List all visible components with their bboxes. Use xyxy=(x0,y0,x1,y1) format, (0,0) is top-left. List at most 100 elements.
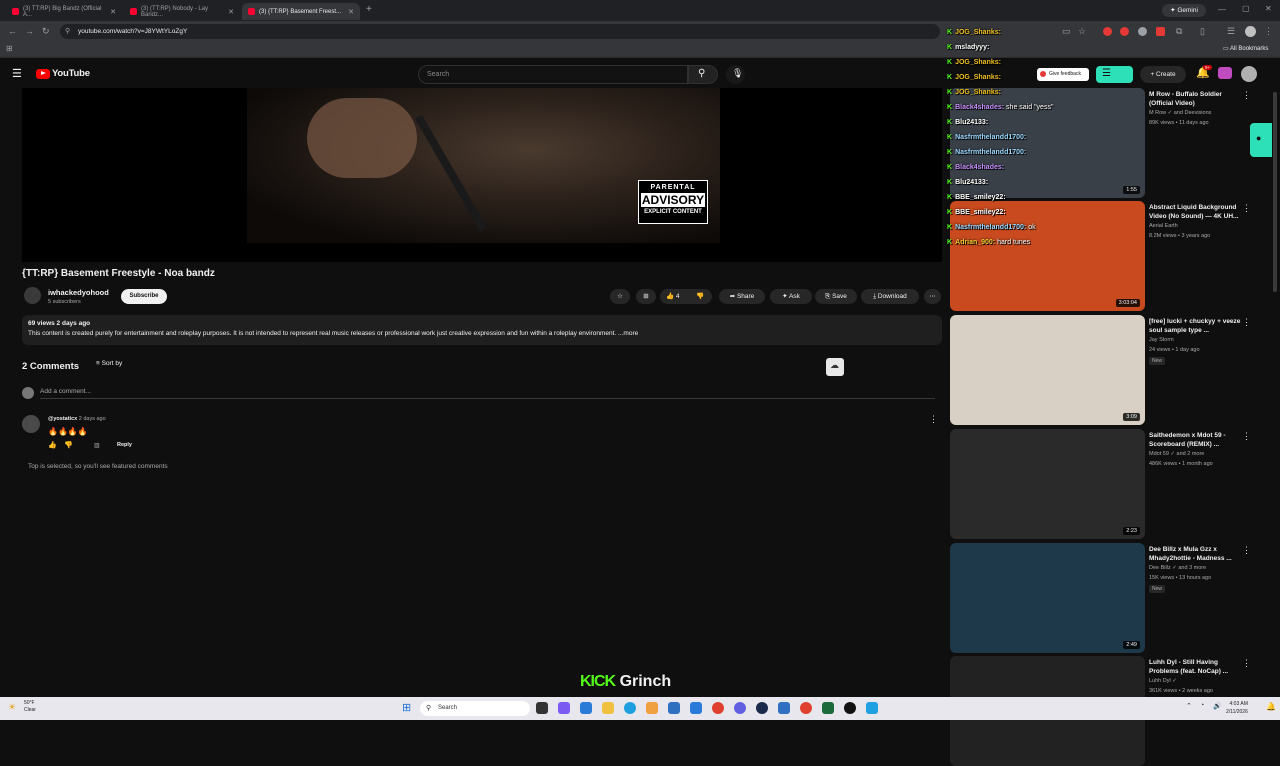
browser-tab-active[interactable]: (3) {TT:RP} Basement Freest... ✕ xyxy=(242,3,360,20)
chat-username[interactable]: BBE_smiley22: xyxy=(955,209,1006,216)
subscribe-button[interactable]: Subscribe xyxy=(121,289,167,304)
recommendation-channel[interactable]: Dee Billz ✓ and 3 more xyxy=(1149,565,1206,571)
app-icon[interactable] xyxy=(822,702,834,714)
recommendation-item[interactable]: 3:09 [free] lucki + chuckyy + veeze soul … xyxy=(950,315,1280,425)
app-icon[interactable] xyxy=(866,702,878,714)
back-icon[interactable]: ← xyxy=(8,26,17,36)
video-thumbnail[interactable] xyxy=(950,429,1145,539)
thumbs-up-icon[interactable]: 👍 xyxy=(48,441,57,449)
windows-start-icon[interactable]: ⊞ xyxy=(402,701,411,714)
recommendation-channel[interactable]: Aerial Earth xyxy=(1149,223,1178,229)
extension-icon[interactable] xyxy=(1156,27,1165,36)
edge-icon[interactable] xyxy=(624,702,636,714)
comment-more-icon[interactable]: ⋮ xyxy=(929,414,938,425)
sort-by-button[interactable]: ≡ Sort by xyxy=(96,360,122,367)
new-tab-button[interactable]: + xyxy=(366,4,372,15)
close-icon[interactable]: ✕ xyxy=(110,8,116,16)
extension-panel-button[interactable]: ☰ xyxy=(1096,66,1133,83)
extension-icon[interactable] xyxy=(1103,27,1112,36)
comment-author[interactable]: @yostaticx xyxy=(48,416,77,422)
chrome-icon[interactable] xyxy=(712,702,724,714)
youtube-logo[interactable]: YouTube xyxy=(36,68,90,79)
create-button[interactable]: + Create xyxy=(1140,66,1186,83)
menu-icon[interactable]: ☰ xyxy=(1227,26,1235,37)
app-icon[interactable] xyxy=(844,702,856,714)
chat-username[interactable]: Nasfrmthelandd1700: xyxy=(955,224,1026,231)
recommendation-title[interactable]: M Row - Buffalo Soldier (Official Video) xyxy=(1149,90,1241,108)
chat-username[interactable]: JOG_Shanks: xyxy=(955,74,1001,81)
recommendation-title[interactable]: Dee Billz x Mula Gzz x Mhady2hottie - Ma… xyxy=(1149,545,1241,563)
url-input[interactable]: ⚲ youtube.com/watch?v=J8YWtYLoZgY xyxy=(60,24,940,39)
add-comment-input[interactable]: Add a comment... xyxy=(40,388,91,395)
recommendation-channel[interactable]: M Row ✓ and Deevisions xyxy=(1149,110,1211,116)
app-icon[interactable] xyxy=(646,702,658,714)
app-icon[interactable] xyxy=(558,702,570,714)
reply-button[interactable]: Reply xyxy=(117,442,132,448)
more-vert-icon[interactable]: ⋮ xyxy=(1242,90,1251,101)
app-icon[interactable] xyxy=(778,702,790,714)
volume-icon[interactable]: 🔊 xyxy=(1213,702,1222,710)
search-button[interactable]: ⚲ xyxy=(688,65,718,84)
forward-icon[interactable]: → xyxy=(25,26,34,36)
extension-icon[interactable] xyxy=(1138,27,1147,36)
save-button[interactable]: ⎘ Save xyxy=(815,289,857,304)
discord-icon[interactable] xyxy=(734,702,746,714)
video-thumbnail[interactable] xyxy=(950,543,1145,653)
sidebar-icon[interactable]: ▯ xyxy=(1200,26,1205,37)
app-icon[interactable] xyxy=(668,702,680,714)
recommendation-title[interactable]: Saithedemon x Mdot 59 - Scoreboard (REMI… xyxy=(1149,431,1241,449)
chat-username[interactable]: JOG_Shanks: xyxy=(955,89,1001,96)
extension-icon[interactable] xyxy=(1218,67,1232,79)
gemini-button[interactable]: ✦ Gemini xyxy=(1162,4,1206,17)
more-vert-icon[interactable]: ⋮ xyxy=(1264,26,1273,37)
chat-username[interactable]: Nasfrmthelandd1700: xyxy=(955,149,1026,156)
comment-time[interactable]: 2 days ago xyxy=(79,416,106,422)
more-vert-icon[interactable]: ⋮ xyxy=(1242,317,1251,328)
channel-avatar[interactable] xyxy=(24,287,41,304)
video-thumbnail[interactable] xyxy=(950,201,1145,311)
more-vert-icon[interactable]: ⋮ xyxy=(1242,431,1251,442)
all-bookmarks-link[interactable]: ▭ All Bookmarks xyxy=(1223,45,1268,52)
extensions-puzzle-icon[interactable]: ⧉ xyxy=(1176,26,1182,37)
wifi-icon[interactable]: ◔ xyxy=(1200,702,1204,709)
channel-name[interactable]: iwhackedyohood xyxy=(48,288,109,297)
profile-avatar[interactable] xyxy=(1245,26,1256,37)
download-button[interactable]: ⤓ Download xyxy=(861,289,919,304)
recommendation-item[interactable]: 2:49 Dee Billz x Mula Gzz x Mhady2hottie … xyxy=(950,543,1280,653)
recommendation-title[interactable]: Abstract Liquid Background Video (No Sou… xyxy=(1149,203,1241,221)
share-button[interactable]: ➦ Share xyxy=(719,289,765,304)
star-button[interactable]: ☆ xyxy=(610,289,630,304)
recommendation-item[interactable]: 2:23 Saithedemon x Mdot 59 - Scoreboard (… xyxy=(950,429,1280,539)
app-icon[interactable] xyxy=(580,702,592,714)
give-feedback-button[interactable]: Give feedback xyxy=(1037,68,1089,81)
thumbs-down-icon[interactable]: 👎 xyxy=(64,441,73,449)
app-icon[interactable] xyxy=(690,702,702,714)
cloud-icon[interactable]: ☁ xyxy=(826,358,844,376)
recommendation-channel[interactable]: Jay Storm xyxy=(1149,337,1174,343)
recommendation-title[interactable]: [free] lucki + chuckyy + veeze soul samp… xyxy=(1149,317,1241,335)
voice-search-button[interactable]: 🎙 xyxy=(726,65,745,84)
weather-icon[interactable]: ☀ xyxy=(8,702,16,713)
task-view-icon[interactable] xyxy=(536,702,548,714)
extension-float-button[interactable]: ● xyxy=(1250,123,1272,157)
browser-tab[interactable]: (3) TT:RP) Big Bandz (Official A... ✕ xyxy=(6,3,122,20)
close-icon[interactable]: ✕ xyxy=(228,8,234,16)
chat-username[interactable]: Adrian_900: xyxy=(955,239,995,246)
thumbs-down-icon[interactable]: 👎 xyxy=(696,289,704,304)
extension-icon[interactable] xyxy=(1120,27,1129,36)
chat-username[interactable]: Black4shades: xyxy=(955,104,1004,111)
site-info-icon[interactable]: ⚲ xyxy=(65,24,70,39)
hamburger-menu-icon[interactable]: ☰ xyxy=(12,67,22,80)
more-vert-icon[interactable]: ⋮ xyxy=(1242,545,1251,556)
recommendation-channel[interactable]: Mdot 59 ✓ and 2 more xyxy=(1149,451,1204,457)
browser-tab[interactable]: (3) (TT:RP) Nobody - Lay Bandz... ✕ xyxy=(124,3,240,20)
recommendation-item[interactable]: 3:03:04 Abstract Liquid Background Video … xyxy=(950,201,1280,311)
recommendation-channel[interactable]: Luhh Dyl ✓ xyxy=(1149,678,1177,684)
chat-username[interactable]: msladyyy: xyxy=(955,44,989,51)
recommendation-title[interactable]: Luhh Dyl - Still Having Problems (feat. … xyxy=(1149,658,1241,676)
chat-username[interactable]: Black4shades: xyxy=(955,164,1004,171)
maximize-icon[interactable]: ▢ xyxy=(1242,4,1250,13)
stats-icon[interactable]: ▥ xyxy=(94,442,100,449)
search-input[interactable]: Search xyxy=(418,65,688,84)
chat-username[interactable]: Blu24133: xyxy=(955,119,988,126)
